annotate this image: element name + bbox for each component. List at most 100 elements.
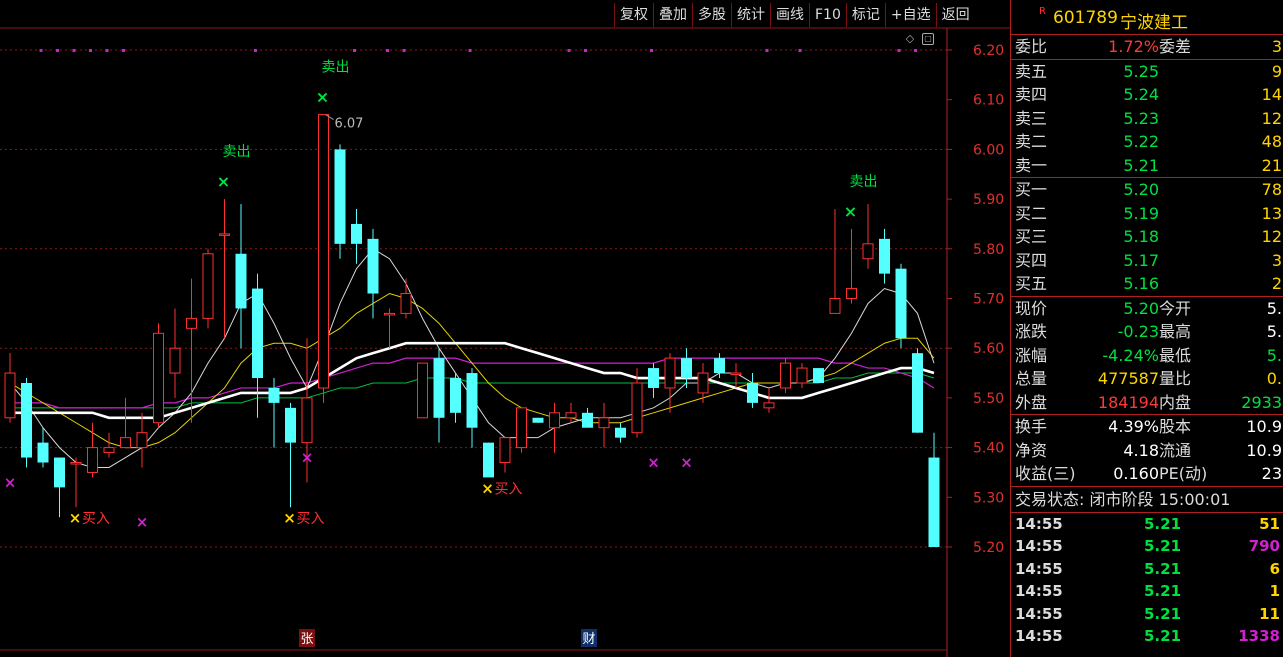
- order-price: 5.22: [1123, 132, 1159, 151]
- toolbar-button-8[interactable]: 返回: [935, 3, 975, 27]
- candle-body: [367, 238, 379, 294]
- cai-badge[interactable]: 财: [582, 632, 595, 647]
- buy-row[interactable]: 买五 5.16 2: [1011, 272, 1283, 296]
- stock-code: 601789: [1053, 8, 1118, 28]
- candle-body: [532, 417, 544, 423]
- chart-toolbar: 复权 叠加 多股 统计 画线 F10 标记 +自选 返回: [614, 3, 975, 27]
- tick-volume: 6: [1269, 559, 1280, 578]
- order-price: 5.18: [1123, 227, 1159, 246]
- sell-orders: 卖五 5.25 9 卖四 5.24 14 卖三 5.23 12 卖二 5.22 48 卖…: [1011, 60, 1283, 178]
- candle-body: [450, 378, 461, 413]
- order-volume: 13: [1261, 203, 1282, 223]
- toolbar-button-7[interactable]: +自选: [884, 3, 936, 27]
- stat-row: 现价 5.20 今开 5.: [1011, 297, 1283, 321]
- top-dot-marker: [56, 49, 59, 52]
- buy-row[interactable]: 买一 5.20 78: [1011, 178, 1283, 202]
- candle-body: [730, 372, 742, 376]
- toolbar-button-5[interactable]: F10: [809, 3, 846, 27]
- sell-signal-marker: ×: [217, 172, 230, 191]
- sell-signal-marker: ×: [316, 88, 329, 107]
- stat-value-2: 10.9: [1246, 417, 1282, 436]
- candle-body: [664, 357, 676, 389]
- candle-body: [763, 402, 775, 409]
- order-volume: 21: [1261, 155, 1282, 175]
- toolbar-button-6[interactable]: 标记: [845, 3, 885, 27]
- candlestick-chart[interactable]: 6.20 6.10 6.00 5.90 5.80 5.70 5.60 5.50 5.40 5.30…: [0, 0, 1010, 657]
- candle-body: [235, 253, 247, 309]
- sell-label: 卖出: [223, 144, 251, 160]
- stat-value-2: 10.9: [1246, 440, 1282, 460]
- sell-row[interactable]: 卖一 5.21 21: [1011, 154, 1283, 178]
- order-volume: 14: [1261, 85, 1282, 104]
- candle-body: [103, 447, 115, 454]
- stock-header[interactable]: R 601789 宁波建工: [1011, 0, 1283, 35]
- stat-label: 换手: [1015, 417, 1048, 436]
- toggle-panel-icon[interactable]: ▢: [922, 33, 934, 45]
- candle-body: [433, 358, 445, 418]
- order-price: 5.25: [1123, 61, 1159, 81]
- stock-name: 宁波建工: [1120, 13, 1188, 33]
- top-dot-marker: [897, 49, 901, 52]
- buy-label: 买入: [82, 511, 110, 527]
- buy-row[interactable]: 买三 5.18 12: [1011, 225, 1283, 249]
- stat-value: 4.39%: [1108, 417, 1159, 436]
- stat-row: 净资 4.18 流通 10.9: [1011, 439, 1283, 463]
- tick-row: 14:55 5.21 11: [1011, 603, 1283, 626]
- top-dot-marker: [105, 49, 109, 52]
- order-volume: 3: [1271, 250, 1282, 270]
- stat-label: 外盘: [1015, 392, 1048, 412]
- candle-body: [186, 317, 197, 329]
- buy-signal-marker: ×: [69, 509, 82, 527]
- candle-body: [219, 233, 230, 236]
- candle-body: [780, 362, 791, 389]
- buy-row[interactable]: 买二 5.19 13: [1011, 202, 1283, 226]
- candle-body: [70, 462, 82, 465]
- order-price: 5.19: [1123, 203, 1159, 223]
- order-price: 5.21: [1123, 155, 1159, 175]
- stat-row: 收益(三) 0.160 PE(动) 23: [1011, 462, 1283, 486]
- axis-tick-label: 6.10: [973, 93, 1004, 109]
- sell-row[interactable]: 卖五 5.25 9: [1011, 60, 1283, 84]
- sell-row[interactable]: 卖二 5.22 48: [1011, 130, 1283, 154]
- stat-row: 涨幅 -4.24% 最低 5.: [1011, 344, 1283, 368]
- stat-value: 477587: [1097, 369, 1159, 388]
- weicha-value: 3: [1271, 37, 1282, 56]
- toolbar-button-3[interactable]: 统计: [731, 3, 770, 27]
- tick-time: 14:55: [1015, 559, 1063, 578]
- sell-label: 卖出: [322, 60, 350, 76]
- candle-body: [384, 312, 395, 316]
- toolbar-button-2[interactable]: 多股: [692, 3, 731, 27]
- magenta-signal-marker: ×: [301, 449, 314, 467]
- high-price-label: 6.07: [335, 117, 364, 132]
- stat-label: 总量: [1015, 369, 1048, 388]
- magenta-signal-marker: ×: [680, 454, 693, 472]
- top-dot-marker: [650, 49, 653, 52]
- candle-body: [120, 437, 131, 449]
- top-dot-marker: [468, 49, 472, 52]
- magenta-signal-marker: ×: [4, 473, 17, 491]
- weibi-label: 委比: [1015, 37, 1048, 56]
- toolbar-button-1[interactable]: 叠加: [653, 3, 692, 27]
- axis-tick-label: 5.80: [973, 242, 1004, 258]
- stat-label: 涨幅: [1015, 345, 1048, 365]
- tick-list[interactable]: 14:55 5.21 51 14:55 5.21 790 14:55 5.21 61…: [1011, 513, 1283, 648]
- tick-price: 5.21: [1144, 582, 1182, 600]
- buy-row[interactable]: 买四 5.17 3: [1011, 249, 1283, 273]
- toolbar-button-0[interactable]: 复权: [614, 3, 653, 27]
- tick-row: 14:55 5.21 6: [1011, 558, 1283, 581]
- axis-tick-label: 5.60: [973, 341, 1004, 357]
- candle-body: [598, 417, 610, 429]
- sell-row[interactable]: 卖四 5.24 14: [1011, 83, 1283, 107]
- zhang-badge[interactable]: 张: [300, 632, 313, 647]
- stat-value: 0.160: [1113, 464, 1159, 483]
- stat-value: 184194: [1097, 392, 1159, 412]
- stat-value: -0.23: [1117, 322, 1159, 341]
- trade-status: 交易状态: 闭市阶段 15:00:01: [1011, 487, 1283, 513]
- tick-row: 14:55 5.21 790: [1011, 535, 1283, 558]
- stat-value-2: 0.: [1266, 369, 1282, 388]
- diamond-icon[interactable]: ◇: [904, 33, 916, 45]
- toolbar-button-4[interactable]: 画线: [770, 3, 809, 27]
- top-dot-marker: [584, 49, 587, 52]
- sell-row[interactable]: 卖三 5.23 12: [1011, 107, 1283, 131]
- stat-row: 涨跌 -0.23 最高 5.: [1011, 320, 1283, 344]
